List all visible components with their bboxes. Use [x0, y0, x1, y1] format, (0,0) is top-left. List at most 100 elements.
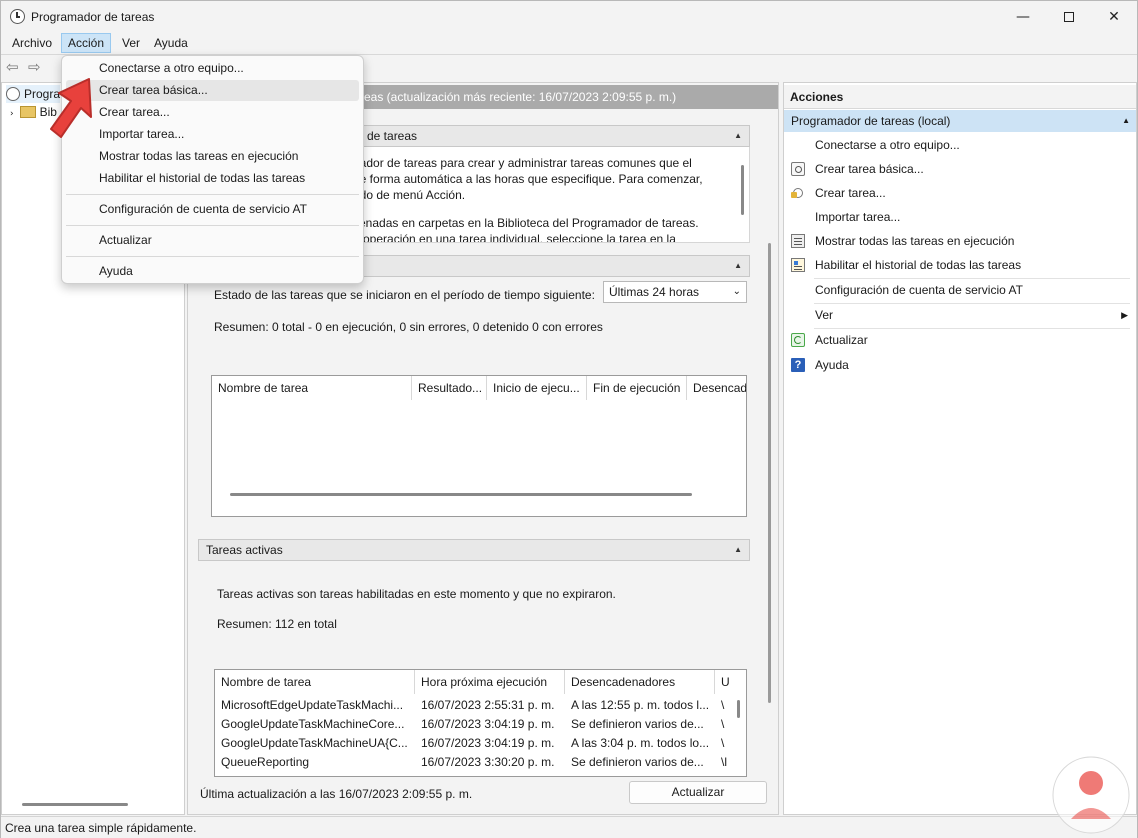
action-label: Ayuda: [815, 358, 849, 372]
active-task-grid[interactable]: Nombre de tarea Hora próxima ejecución D…: [214, 669, 747, 777]
back-arrow-icon[interactable]: ⇦: [6, 59, 24, 75]
period-select[interactable]: Últimas 24 horas ⌄: [603, 281, 747, 303]
action-label: Importar tarea...: [815, 210, 901, 224]
action-create-basic-task[interactable]: Crear tarea básica...: [784, 157, 1136, 181]
table-row[interactable]: GoogleUpdateTaskMachineUA{C... 16/07/202…: [215, 734, 735, 753]
chevron-down-icon: ⌄: [732, 286, 741, 297]
table-row[interactable]: GoogleUpdateTaskMachineCore... 16/07/202…: [215, 715, 735, 734]
status-task-grid[interactable]: Nombre de tarea Resultado... Inicio de e…: [211, 375, 747, 517]
status-summary: Resumen: 0 total - 0 en ejecución, 0 sin…: [214, 320, 603, 334]
next-run-cell: 16/07/2023 3:04:19 p. m.: [421, 717, 555, 731]
menu-item-connect[interactable]: Conectarse a otro equipo...: [66, 58, 359, 79]
active-tasks-title: Tareas activas: [206, 543, 283, 557]
menu-separator: [66, 225, 359, 226]
table-row[interactable]: MicrosoftEdgeUpdateTaskMachi... 16/07/20…: [215, 696, 735, 715]
menu-item-show-running[interactable]: Mostrar todas las tareas en ejecución: [66, 146, 359, 167]
overview-scrollbar[interactable]: [741, 165, 744, 215]
menu-item-enable-history[interactable]: Habilitar el historial de todas las tare…: [66, 168, 359, 189]
refresh-button[interactable]: Actualizar: [629, 781, 767, 804]
collapse-caret-icon[interactable]: ▲: [734, 256, 742, 276]
active-tasks-body: Tareas activas son tareas habilitadas en…: [198, 561, 750, 777]
active-grid-vscrollbar[interactable]: [737, 700, 740, 718]
history-icon: [791, 258, 805, 272]
clock-app-icon: [10, 9, 25, 24]
minimize-button[interactable]: —: [1000, 1, 1046, 32]
action-label: Mostrar todas las tareas en ejecución: [815, 234, 1015, 248]
action-create-task[interactable]: Crear tarea...: [784, 181, 1136, 205]
column-header[interactable]: Inicio de ejecu...: [487, 376, 587, 400]
minimize-icon: —: [1016, 8, 1030, 25]
task-name-cell: MicrosoftEdgeUpdateTaskMachi...: [221, 698, 404, 712]
column-header[interactable]: Desencad: [687, 376, 746, 400]
triggers-cell: Se definieron varios de...: [571, 755, 704, 769]
column-header[interactable]: Nombre de tarea: [215, 670, 415, 694]
menu-bar: Archivo Acción Ver Ayuda: [1, 32, 1137, 54]
next-run-cell: 16/07/2023 2:55:31 p. m.: [421, 698, 555, 712]
maximize-button[interactable]: [1046, 1, 1092, 32]
red-arrow-pointer-icon: [50, 78, 92, 138]
location-cell: \: [721, 717, 725, 731]
task-name-cell: GoogleUpdateTaskMachineUA{C...: [221, 736, 408, 750]
column-header[interactable]: U: [715, 670, 745, 694]
triggers-cell: A las 12:55 p. m. todos l...: [571, 698, 710, 712]
window-title: Programador de tareas: [31, 10, 155, 24]
menu-item-at-service-account[interactable]: Configuración de cuenta de servicio AT: [66, 199, 359, 220]
menu-ver[interactable]: Ver: [116, 33, 146, 53]
chevron-right-icon[interactable]: ›: [10, 109, 14, 119]
active-tasks-description: Tareas activas son tareas habilitadas en…: [217, 587, 616, 601]
forward-arrow-icon[interactable]: ⇨: [28, 59, 46, 75]
running-tasks-icon: [791, 234, 805, 248]
task-scheduler-window: Programador de tareas — ✕ Archivo Acción…: [0, 0, 1138, 838]
basic-task-icon: [791, 162, 805, 176]
status-period-label: Estado de las tareas que se iniciaron en…: [214, 288, 595, 302]
column-header[interactable]: Desencadenadores: [565, 670, 715, 694]
task-name-cell: GoogleUpdateTaskMachineCore...: [221, 717, 405, 731]
menu-item-help[interactable]: Ayuda: [66, 261, 359, 282]
column-header[interactable]: Nombre de tarea: [212, 376, 412, 400]
triggers-cell: A las 3:04 p. m. todos lo...: [571, 736, 710, 750]
active-grid-header: Nombre de tarea Hora próxima ejecución D…: [215, 670, 745, 694]
title-bar: Programador de tareas — ✕: [1, 1, 1137, 32]
triggers-cell: Se definieron varios de...: [571, 717, 704, 731]
collapse-caret-icon[interactable]: ▲: [734, 540, 742, 560]
action-label: Actualizar: [815, 333, 868, 347]
active-tasks-section-header[interactable]: Tareas activas ▲: [198, 539, 750, 561]
action-help[interactable]: ? Ayuda: [784, 353, 1136, 377]
action-refresh[interactable]: Actualizar: [784, 328, 1136, 352]
folder-icon: [19, 106, 36, 118]
create-task-icon: [791, 186, 805, 200]
actions-pane: Acciones Programador de tareas (local) ▲…: [783, 82, 1137, 815]
menu-accion[interactable]: Acción: [61, 33, 112, 53]
tree-horizontal-scrollbar[interactable]: [22, 803, 128, 806]
collapse-caret-icon[interactable]: ▲: [1122, 110, 1130, 132]
status-grid-header: Nombre de tarea Resultado... Inicio de e…: [212, 376, 746, 400]
action-connect[interactable]: Conectarse a otro equipo...: [784, 133, 1136, 157]
action-at-service-account[interactable]: Configuración de cuenta de servicio AT: [784, 278, 1136, 302]
action-label: Conectarse a otro equipo...: [815, 138, 960, 152]
summary-vscrollbar[interactable]: [768, 243, 771, 703]
actions-group-label: Programador de tareas (local): [791, 114, 951, 128]
status-grid-hscrollbar[interactable]: [230, 493, 692, 496]
menu-ayuda[interactable]: Ayuda: [148, 33, 194, 53]
table-row[interactable]: QueueReporting 16/07/2023 3:30:20 p. m. …: [215, 753, 735, 772]
actions-group-header[interactable]: Programador de tareas (local) ▲: [784, 110, 1136, 132]
clock-icon: [6, 87, 20, 101]
collapse-caret-icon[interactable]: ▲: [734, 126, 742, 146]
status-section-body: Estado de las tareas que se iniciaron en…: [198, 277, 750, 527]
next-run-cell: 16/07/2023 3:30:20 p. m.: [421, 755, 555, 769]
status-bar: Crea una tarea simple rápidamente.: [1, 816, 1137, 838]
task-name-cell: QueueReporting: [221, 755, 310, 769]
action-import-task[interactable]: Importar tarea...: [784, 205, 1136, 229]
action-view[interactable]: Ver ▶: [784, 303, 1136, 327]
close-button[interactable]: ✕: [1091, 1, 1137, 32]
column-header[interactable]: Resultado...: [412, 376, 487, 400]
column-header[interactable]: Fin de ejecución: [587, 376, 687, 400]
action-show-running[interactable]: Mostrar todas las tareas en ejecución: [784, 229, 1136, 253]
action-label: Configuración de cuenta de servicio AT: [815, 283, 1023, 297]
action-label: Crear tarea básica...: [815, 162, 924, 176]
action-enable-history[interactable]: Habilitar el historial de todas las tare…: [784, 253, 1136, 277]
column-header[interactable]: Hora próxima ejecución: [415, 670, 565, 694]
summary-header-text: eas (actualización más reciente: 16/07/2…: [364, 90, 677, 104]
menu-item-refresh[interactable]: Actualizar: [66, 230, 359, 251]
menu-archivo[interactable]: Archivo: [6, 33, 58, 53]
